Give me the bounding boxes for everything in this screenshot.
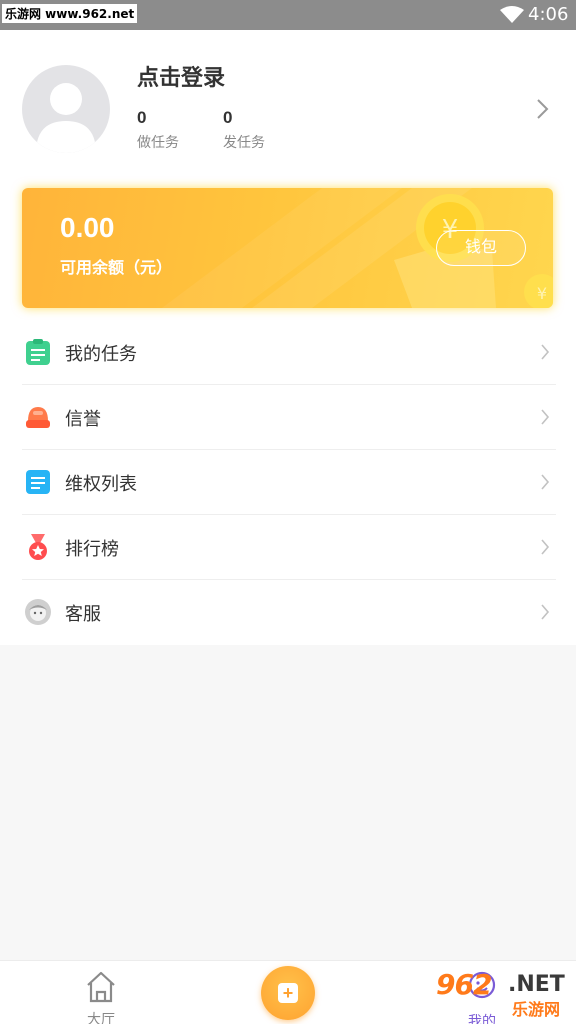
add-icon: + bbox=[278, 983, 298, 1003]
menu-item-my-tasks[interactable]: 我的任务 bbox=[0, 320, 576, 385]
stat-do-tasks[interactable]: 0 做任务 bbox=[137, 108, 179, 152]
stat-publish-tasks-count: 0 bbox=[223, 108, 233, 127]
status-bar: 乐游网 www.962.net 4:06 bbox=[0, 0, 576, 30]
menu-item-customer-service[interactable]: 客服 bbox=[0, 580, 576, 645]
stat-do-tasks-count: 0 bbox=[137, 108, 147, 127]
document-icon bbox=[26, 470, 50, 494]
profile-header[interactable]: 点击登录 0 做任务 0 发任务 bbox=[0, 30, 576, 180]
wallet-button[interactable]: 钱包 bbox=[436, 230, 526, 266]
menu-item-label: 维权列表 bbox=[65, 474, 137, 494]
balance-amount: 0.00 bbox=[60, 212, 115, 243]
helmet-icon bbox=[26, 407, 50, 428]
medal-icon bbox=[29, 534, 47, 560]
menu-item-label: 排行榜 bbox=[65, 539, 119, 559]
svg-text:¥: ¥ bbox=[537, 284, 547, 303]
nav-tab-home[interactable]: 大厅 bbox=[80, 969, 122, 1024]
menu-item-credit[interactable]: 信誉 bbox=[0, 385, 576, 450]
menu-item-label: 信誉 bbox=[65, 409, 101, 429]
clock-time: 4:06 bbox=[528, 4, 569, 25]
wifi-icon bbox=[500, 6, 524, 23]
stat-do-tasks-label: 做任务 bbox=[137, 134, 179, 150]
menu-item-rights-list[interactable]: 维权列表 bbox=[0, 450, 576, 515]
chevron-right-icon bbox=[541, 539, 550, 555]
default-avatar-icon bbox=[36, 83, 96, 153]
site-watermark: 962 .NET 乐游网 bbox=[436, 968, 572, 1019]
balance-label: 可用余额（元） bbox=[60, 260, 173, 277]
nav-tab-home-label: 大厅 bbox=[87, 1011, 115, 1024]
menu-list: 我的任务 信誉 维权列表 排行榜 客服 bbox=[0, 320, 576, 645]
wallet-section: ¥ ¥ 0.00 可用余额（元） 钱包 bbox=[0, 180, 576, 320]
chevron-right-icon bbox=[541, 604, 550, 620]
watermark-text: 乐游网 www.962.net bbox=[2, 4, 138, 23]
chevron-right-icon[interactable] bbox=[535, 98, 549, 120]
wallet-card[interactable]: ¥ ¥ 0.00 可用余额（元） 钱包 bbox=[22, 188, 553, 308]
chevron-right-icon bbox=[541, 474, 550, 490]
watermark-number: 962 bbox=[436, 968, 492, 1001]
chevron-right-icon bbox=[541, 344, 550, 360]
login-link[interactable]: 点击登录 bbox=[137, 60, 225, 92]
home-icon bbox=[87, 971, 115, 1003]
stat-publish-tasks-label: 发任务 bbox=[223, 134, 265, 150]
stat-publish-tasks[interactable]: 0 发任务 bbox=[223, 108, 265, 152]
watermark-site-name: 乐游网 bbox=[512, 1000, 561, 1019]
menu-item-label: 我的任务 bbox=[65, 344, 137, 364]
menu-item-leaderboard[interactable]: 排行榜 bbox=[0, 515, 576, 580]
customer-service-icon bbox=[25, 599, 51, 625]
avatar[interactable] bbox=[22, 65, 110, 153]
clipboard-icon bbox=[26, 339, 50, 365]
menu-item-label: 客服 bbox=[65, 604, 101, 624]
publish-task-button[interactable]: + bbox=[261, 966, 315, 1020]
watermark-suffix: .NET bbox=[508, 972, 565, 997]
chevron-right-icon bbox=[541, 409, 550, 425]
